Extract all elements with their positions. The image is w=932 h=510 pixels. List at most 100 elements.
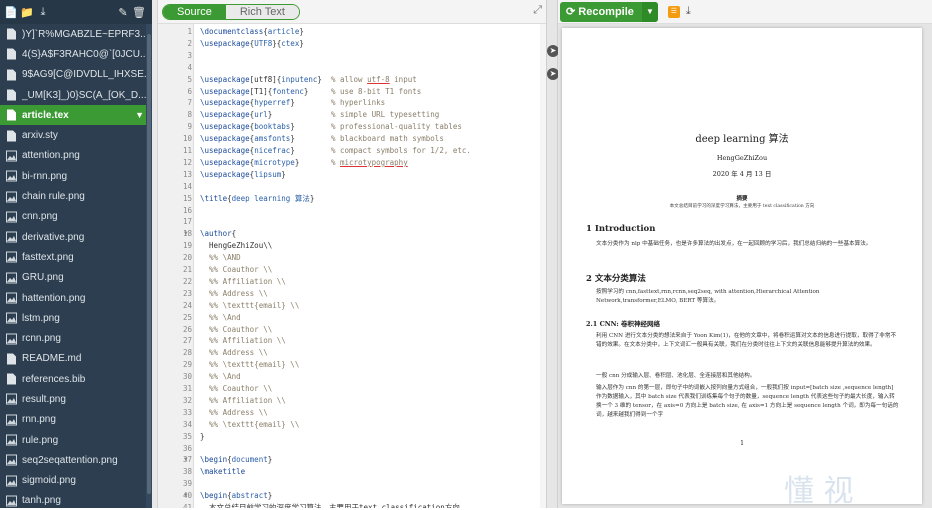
file-item[interactable]: rnn.png bbox=[0, 410, 152, 430]
source-mode-button[interactable]: Source bbox=[163, 4, 226, 19]
file-name: rule.png bbox=[22, 434, 59, 446]
recompile-dropdown-chevron-icon[interactable]: ▼ bbox=[641, 1, 658, 22]
fold-arrow-icon[interactable]: ▼ bbox=[184, 454, 188, 466]
file-item[interactable]: )Y]`R%MGABZLE~EPRF3... bbox=[0, 24, 152, 44]
file-item[interactable]: 4(S}A$F3RAHC0@`[0JCU... bbox=[0, 44, 152, 64]
file-item[interactable]: sigmoid.png bbox=[0, 471, 152, 491]
watermark-logo: 懂 视 bbox=[784, 474, 854, 509]
code-area[interactable]: 1 2 3 4 5 6 7 8 9 10 11 12 13 14 15 16 17 18 ▼ 19 20 21 22 23 24… bbox=[158, 24, 546, 508]
code-line[interactable]: %% \AND bbox=[200, 252, 241, 264]
line-number: 16 bbox=[182, 205, 192, 215]
file-item[interactable]: attention.png bbox=[0, 146, 152, 166]
code-line[interactable]: \title{deep learning 算法} bbox=[200, 193, 314, 205]
file-item[interactable]: GRU.png bbox=[0, 268, 152, 288]
file-item[interactable]: rule.png bbox=[0, 430, 152, 450]
code-line[interactable]: \usepackage{lipsum} bbox=[200, 169, 286, 181]
download-pdf-icon[interactable]: ⤓ bbox=[686, 5, 691, 18]
file-item[interactable]: seq2seqattention.png bbox=[0, 450, 152, 470]
code-line[interactable]: %% \texttt{email} \\ bbox=[200, 419, 299, 431]
file-item[interactable]: fasttext.png bbox=[0, 247, 152, 267]
line-number: 36 bbox=[182, 443, 192, 453]
file-item[interactable]: hattention.png bbox=[0, 288, 152, 308]
fold-arrow-icon[interactable]: ▼ bbox=[184, 228, 188, 240]
file-item-active[interactable]: article.tex ▼ bbox=[0, 105, 152, 126]
file-item[interactable]: README.md bbox=[0, 349, 152, 369]
code-line[interactable]: \usepackage{microtype} % microtypography bbox=[200, 157, 408, 169]
file-item[interactable]: tanh.png bbox=[0, 491, 152, 508]
code-line[interactable]: %% Coauthor \\ bbox=[200, 383, 272, 395]
rich-text-mode-button[interactable]: Rich Text bbox=[225, 4, 299, 19]
file-name: hattention.png bbox=[22, 292, 86, 304]
code-line[interactable]: %% \texttt{email} \\ bbox=[200, 300, 299, 312]
code-line[interactable]: \begin{document} bbox=[200, 454, 272, 466]
document-file-icon bbox=[6, 89, 17, 101]
line-number: 21 bbox=[182, 265, 192, 274]
code-line[interactable]: %% Coauthor \\ bbox=[200, 264, 272, 276]
file-item[interactable]: cnn.png bbox=[0, 207, 152, 227]
code-line[interactable]: \documentclass{article} bbox=[200, 26, 304, 38]
file-item[interactable]: bi-rnn.png bbox=[0, 166, 152, 186]
line-number: 12 bbox=[182, 157, 192, 167]
new-folder-icon[interactable]: 📁 bbox=[20, 6, 34, 19]
line-number: 2 bbox=[187, 38, 192, 48]
doc-author: HengGeZhiZou bbox=[716, 154, 768, 162]
fold-arrow-icon[interactable]: ▼ bbox=[184, 490, 188, 502]
code-line[interactable]: %% \texttt{email} \\ bbox=[200, 359, 299, 371]
code-line[interactable]: \usepackage[utf8]{inputenc} % allow utf-… bbox=[200, 74, 417, 86]
file-item[interactable]: lstm.png bbox=[0, 308, 152, 328]
file-item[interactable]: rcnn.png bbox=[0, 328, 152, 348]
code-line[interactable]: } bbox=[200, 431, 205, 443]
code-line[interactable]: %% Affiliation \\ bbox=[200, 335, 286, 347]
code-line[interactable]: \usepackage{url} % simple URL typesettin… bbox=[200, 109, 439, 121]
code-line[interactable]: %% Coauthor \\ bbox=[200, 324, 272, 336]
code-line[interactable]: %% \And bbox=[200, 312, 241, 324]
delete-trash-icon[interactable]: 🗑 bbox=[132, 6, 146, 19]
code-line[interactable]: \usepackage{amsfonts} % blackboard math … bbox=[200, 133, 444, 145]
upload-icon[interactable]: ⤓ bbox=[36, 6, 50, 19]
code-line[interactable]: %% Affiliation \\ bbox=[200, 276, 286, 288]
pdf-viewer[interactable]: deep learning 算法 HengGeZhiZou 2020 年 4 月… bbox=[558, 24, 932, 509]
file-item[interactable]: chain rule.png bbox=[0, 186, 152, 206]
file-item[interactable]: result.png bbox=[0, 389, 152, 409]
code-line[interactable]: %% \And bbox=[200, 371, 241, 383]
code-line[interactable]: %% Address \\ bbox=[200, 347, 268, 359]
file-name: _UM[K3]_)0}SC(A_[OK_D... bbox=[22, 89, 147, 101]
image-file-icon bbox=[6, 434, 17, 446]
line-number: 7 bbox=[187, 98, 192, 108]
file-name: attention.png bbox=[22, 150, 80, 162]
code-line[interactable]: \usepackage{booktabs} % professional-qua… bbox=[200, 121, 462, 133]
code-line[interactable]: %% Address \\ bbox=[200, 288, 268, 300]
file-item[interactable]: 9$AG9[C@IDVDLL_IHXSE... bbox=[0, 65, 152, 85]
code-line[interactable]: %% Address \\ bbox=[200, 407, 268, 419]
rename-pencil-icon[interactable]: ✎ bbox=[116, 6, 130, 19]
file-item[interactable]: references.bib bbox=[0, 369, 152, 389]
code-line[interactable]: \usepackage{nicefrac} % compact symbols … bbox=[200, 145, 471, 157]
logs-icon[interactable]: ☰ bbox=[667, 5, 680, 18]
file-name: cnn.png bbox=[22, 211, 58, 223]
section-2-text: 按照学习的 cnn,fasttext,rnn,rcnn,seq2seq, wit… bbox=[596, 289, 820, 304]
chevron-down-icon[interactable]: ▼ bbox=[135, 110, 144, 120]
editor-preview-splitter[interactable]: ➤ ➤ bbox=[546, 0, 559, 508]
code-line[interactable]: \usepackage{hyperref} % hyperlinks bbox=[200, 97, 385, 109]
file-name: references.bib bbox=[22, 373, 86, 385]
code-line[interactable]: \usepackage[T1]{fontenc} % use 8-bit T1 … bbox=[200, 86, 421, 98]
document-file-icon bbox=[6, 48, 17, 60]
code-line[interactable]: 本文总结目前学习的深度学习算法，主要用于text classification方… bbox=[200, 502, 460, 508]
code-line[interactable]: \begin{abstract} bbox=[200, 490, 272, 502]
expand-editor-icon[interactable]: ⤢ bbox=[533, 4, 542, 17]
image-file-icon bbox=[6, 333, 17, 345]
file-name: rnn.png bbox=[22, 414, 56, 426]
code-line[interactable]: %% Affiliation \\ bbox=[200, 395, 286, 407]
file-item[interactable]: derivative.png bbox=[0, 227, 152, 247]
code-line[interactable]: \author{ bbox=[200, 228, 236, 240]
line-number: 8 bbox=[187, 110, 192, 120]
recompile-button[interactable]: ⟳ Recompile ▼ bbox=[560, 1, 658, 22]
line-number: 1 bbox=[187, 27, 192, 36]
code-line[interactable]: HengGeZhiZou\\ bbox=[200, 240, 272, 252]
new-file-icon[interactable]: 📄 bbox=[4, 6, 18, 19]
code-line[interactable]: \usepackage{UTF8}{ctex} bbox=[200, 38, 304, 50]
file-item[interactable]: _UM[K3]_)0}SC(A_[OK_D... bbox=[0, 85, 152, 105]
file-item[interactable]: arxiv.sty bbox=[0, 125, 152, 145]
document-file-icon bbox=[6, 28, 17, 40]
code-line[interactable]: \maketitle bbox=[200, 466, 245, 478]
